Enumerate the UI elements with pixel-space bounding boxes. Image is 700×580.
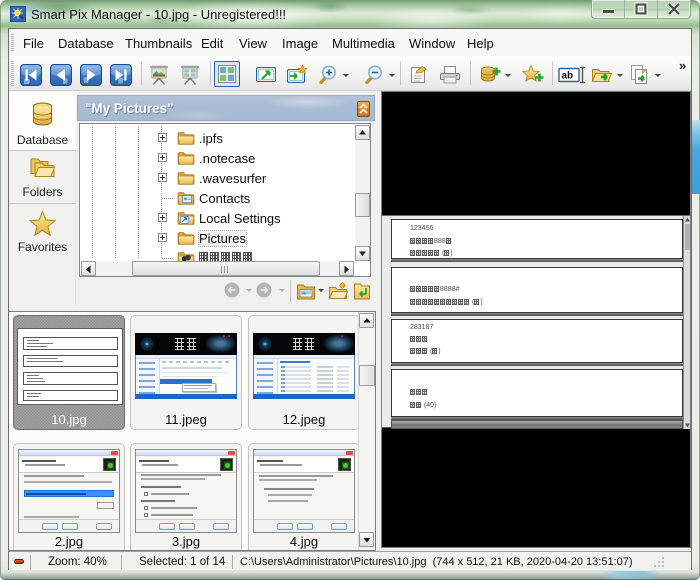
svg-text:ab: ab bbox=[562, 71, 574, 82]
